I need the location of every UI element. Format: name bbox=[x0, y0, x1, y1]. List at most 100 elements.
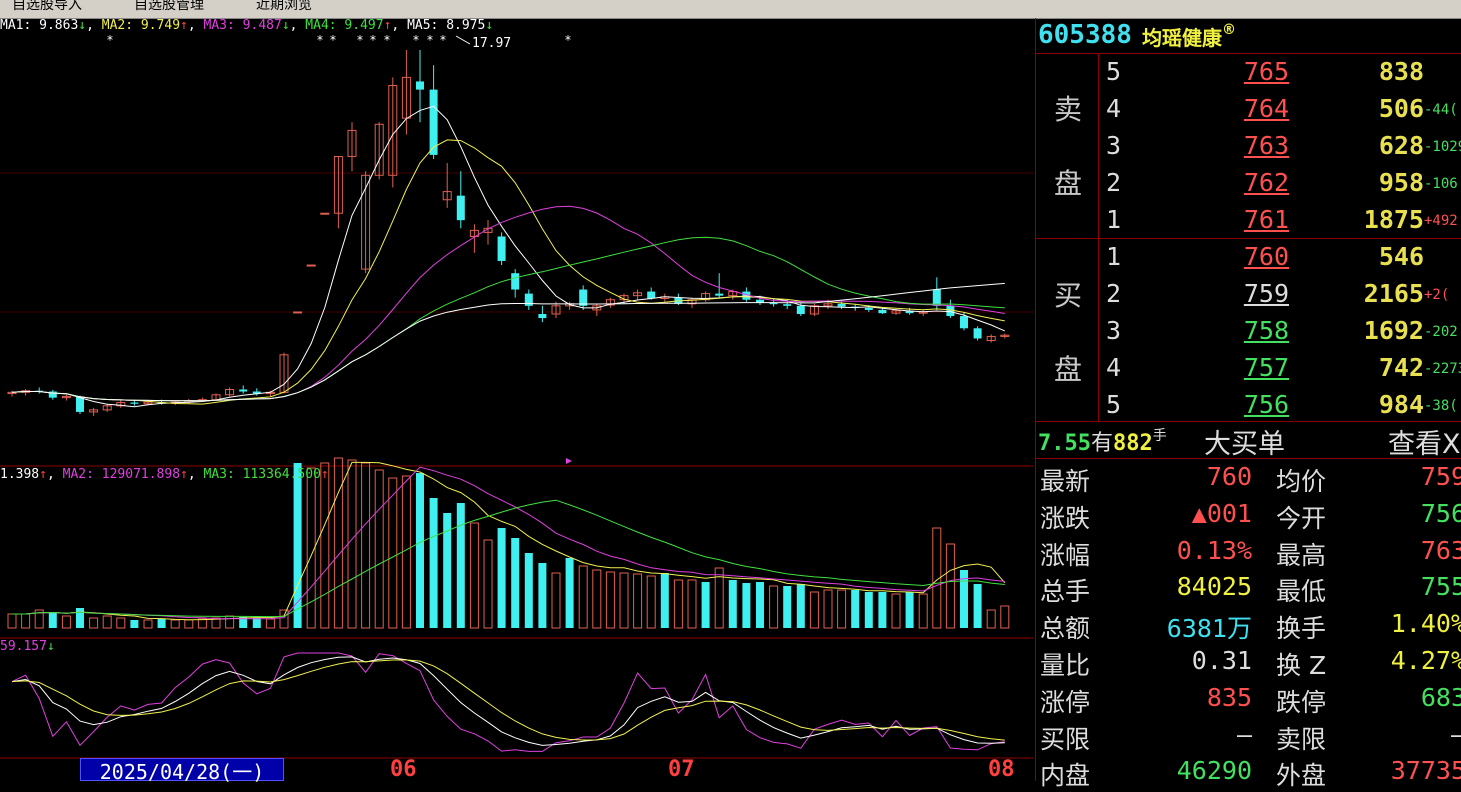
quote-value: 760 bbox=[1206, 462, 1252, 491]
volume-bar-up bbox=[374, 469, 384, 629]
ask-row[interactable]: 2 762 958 -106 bbox=[1036, 166, 1461, 203]
quote-value: 37735 bbox=[1390, 756, 1461, 786]
candle-body-down bbox=[878, 309, 887, 314]
volume-bar-down bbox=[511, 538, 520, 628]
volume-bar-up bbox=[21, 613, 31, 629]
bid-change: +2( bbox=[1424, 287, 1450, 303]
quote-label: 涨停 bbox=[1040, 687, 1091, 717]
volume-bar-down bbox=[864, 592, 873, 628]
quote-label: 外盘 bbox=[1276, 761, 1327, 791]
ask-price: 763 bbox=[1243, 131, 1289, 160]
ask-price: 761 bbox=[1243, 205, 1289, 234]
ma3-value: MA3: 9.487 bbox=[203, 18, 282, 33]
quote-label: 最新 bbox=[1040, 467, 1091, 496]
osc-line-1 bbox=[11, 656, 1005, 746]
volume-bar-up bbox=[116, 617, 126, 629]
ask-level: 1 bbox=[1106, 205, 1122, 234]
bid-row[interactable]: 5 756 984 -38( bbox=[1036, 388, 1461, 425]
volume-bar-down bbox=[701, 582, 710, 628]
kline-chart-area[interactable]: * * * * * * * * * * MA1: 9.863↓, MA2: 9.749↑, MA3… bbox=[0, 18, 1034, 781]
quote-row: 涨跌 ▲001 今开 756 bbox=[1036, 498, 1461, 535]
quote-value: — bbox=[1236, 719, 1252, 749]
bid-row[interactable]: 1 760 546 bbox=[1036, 240, 1461, 277]
volume-bar-up bbox=[673, 579, 683, 629]
quote-row: 最新 760 均价 759 bbox=[1036, 461, 1461, 498]
legend-sep: , bbox=[391, 18, 400, 33]
candle-body-up bbox=[306, 264, 316, 267]
event-marker: * bbox=[412, 33, 419, 47]
bid-price: 757 bbox=[1243, 353, 1289, 382]
volume-bar-down bbox=[973, 584, 982, 628]
quote-value: 756 bbox=[1420, 498, 1461, 528]
top-menu-bar: 自选股导入 自选股管理 近期浏览 bbox=[0, 0, 1461, 19]
ma5-arrow: ↓ bbox=[485, 18, 494, 33]
ask-volume: 628 bbox=[1378, 131, 1424, 160]
candle-body-down bbox=[429, 89, 438, 155]
divider bbox=[1036, 458, 1461, 459]
ask-change: +492 bbox=[1424, 213, 1458, 229]
quote-row: 量比 0.31 换 Z 4.27% bbox=[1036, 645, 1461, 682]
quote-label: 涨幅 bbox=[1040, 540, 1091, 570]
high-pointer bbox=[455, 35, 471, 45]
volume-bar-up bbox=[687, 579, 697, 629]
big-order-unit: 手 bbox=[1152, 428, 1167, 444]
quote-label: 内盘 bbox=[1040, 761, 1091, 791]
candle-body-down bbox=[579, 289, 588, 306]
legend-sep: , bbox=[187, 18, 196, 33]
stock-code: 605388 bbox=[1038, 20, 1132, 50]
volume-bar-up bbox=[7, 613, 17, 629]
menu-item-manage[interactable]: 自选股管理 bbox=[134, 0, 204, 14]
ask-level: 2 bbox=[1106, 168, 1122, 197]
event-marker: * bbox=[439, 33, 446, 47]
ask-row[interactable]: 4 764 506 -44( bbox=[1036, 92, 1461, 129]
quote-label: 均价 bbox=[1276, 467, 1327, 496]
quote-label: 跌停 bbox=[1276, 687, 1327, 717]
divider bbox=[1036, 238, 1461, 239]
ask-row[interactable]: 1 761 1875 +492 bbox=[1036, 203, 1461, 240]
event-marker: * bbox=[316, 33, 323, 47]
month-label-08: 08 bbox=[988, 757, 1015, 782]
candle-body-down bbox=[538, 314, 547, 319]
big-order-has: 有 bbox=[1090, 431, 1113, 456]
volume-bar-up bbox=[61, 615, 71, 629]
menu-item-import[interactable]: 自选股导入 bbox=[12, 0, 82, 14]
volume-bar-up bbox=[388, 477, 398, 629]
legend-sep: , bbox=[46, 467, 55, 482]
view-button[interactable]: 查看X bbox=[1388, 422, 1461, 461]
volume-bar-up bbox=[401, 475, 411, 629]
candle-body-down bbox=[864, 307, 873, 310]
quote-label: 最高 bbox=[1276, 540, 1327, 570]
ask-price: 762 bbox=[1243, 168, 1289, 197]
volume-bar-up bbox=[809, 591, 819, 629]
quote-label: 涨跌 bbox=[1040, 503, 1091, 533]
volume-bar-down bbox=[728, 580, 737, 628]
quote-label: 今开 bbox=[1276, 503, 1327, 533]
bid-level: 5 bbox=[1106, 390, 1122, 419]
bid-row[interactable]: 2 759 2165 +2( bbox=[1036, 277, 1461, 314]
ask-row[interactable]: 5 765 838 bbox=[1036, 55, 1461, 92]
candle-body-down bbox=[973, 328, 982, 339]
volume-bar-down bbox=[756, 582, 764, 628]
volume-bar-up bbox=[823, 589, 833, 629]
ask-level: 5 bbox=[1106, 57, 1122, 86]
ma2-arrow: ↑ bbox=[180, 18, 188, 33]
volume-bar-up bbox=[143, 619, 153, 629]
bid-price: 760 bbox=[1243, 242, 1289, 271]
big-order-label: 大买单 bbox=[1204, 429, 1285, 460]
bid-row[interactable]: 4 757 742-2273 bbox=[1036, 351, 1461, 388]
ma3-arrow: ↓ bbox=[281, 18, 290, 33]
volume-bar-up bbox=[891, 593, 901, 629]
kline-chart-svg[interactable]: * * * * * * * * * * bbox=[0, 18, 1034, 781]
bid-row[interactable]: 3 758 1692 -202 bbox=[1036, 314, 1461, 351]
volume-bar-up bbox=[265, 618, 275, 629]
menu-item-recent[interactable]: 近期浏览 bbox=[256, 0, 312, 14]
quote-label: 最低 bbox=[1276, 577, 1327, 607]
ask-row[interactable]: 3 763 628-1029 bbox=[1036, 129, 1461, 166]
vol-ma1-value: 1.398 bbox=[0, 467, 40, 482]
ask-level: 3 bbox=[1106, 131, 1122, 160]
quote-label: 换手 bbox=[1276, 614, 1327, 644]
big-order-alert[interactable]: 7.55有882手 bbox=[1038, 425, 1167, 457]
event-marker: * bbox=[383, 33, 390, 47]
bid-volume: 546 bbox=[1378, 242, 1424, 271]
ma5-line bbox=[11, 105, 1005, 408]
